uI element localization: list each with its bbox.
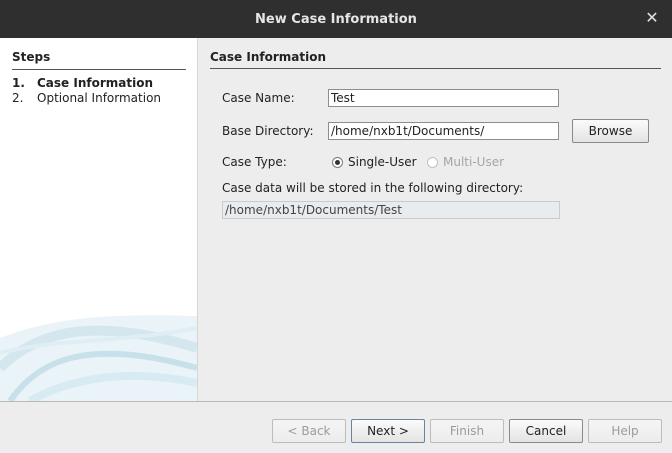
multi-user-label: Multi-User xyxy=(443,155,505,169)
cancel-button-label: Cancel xyxy=(525,424,567,438)
finish-button-label: Finish xyxy=(449,424,485,438)
back-button: < Back xyxy=(272,419,346,443)
next-button[interactable]: Next > xyxy=(351,419,425,443)
step-label: Case Information xyxy=(37,76,153,90)
base-directory-label: Base Directory: xyxy=(222,124,314,138)
case-name-label: Case Name: xyxy=(222,91,295,105)
cancel-button[interactable]: Cancel xyxy=(509,419,583,443)
finish-button: Finish xyxy=(430,419,504,443)
title-bar: New Case Information ✕ xyxy=(0,0,672,38)
case-type-label: Case Type: xyxy=(222,155,287,169)
radio-unselected-indicator xyxy=(427,156,438,168)
footer-divider xyxy=(0,401,672,402)
step-case-information: 1. Case Information xyxy=(12,76,153,90)
back-button-label: < Back xyxy=(287,424,331,438)
next-button-label: Next > xyxy=(367,424,409,438)
base-directory-input[interactable]: /home/nxb1t/Documents/ xyxy=(328,122,559,140)
close-icon[interactable]: ✕ xyxy=(644,10,660,26)
step-label: Optional Information xyxy=(37,91,162,105)
step-number: 2. xyxy=(12,91,24,105)
help-button-label: Help xyxy=(611,424,639,438)
case-name-input[interactable]: Test xyxy=(328,89,559,107)
single-user-radio[interactable]: Single-User xyxy=(332,155,417,169)
storage-path-field: /home/nxb1t/Documents/Test xyxy=(222,201,560,219)
steps-title: Steps xyxy=(12,50,186,70)
storage-note: Case data will be stored in the followin… xyxy=(222,181,524,195)
radio-selected-indicator[interactable] xyxy=(332,156,343,168)
single-user-label: Single-User xyxy=(348,155,417,169)
help-button: Help xyxy=(588,419,662,443)
decorative-swoosh-image xyxy=(0,315,197,401)
step-optional-information: 2. Optional Information xyxy=(12,91,161,105)
step-number: 1. xyxy=(12,76,25,90)
browse-button[interactable]: Browse xyxy=(572,119,649,143)
window-title: New Case Information xyxy=(255,11,417,27)
section-title: Case Information xyxy=(210,50,661,69)
multi-user-radio: Multi-User xyxy=(427,155,504,169)
steps-panel: Steps 1. Case Information 2. Optional Info… xyxy=(0,38,198,401)
